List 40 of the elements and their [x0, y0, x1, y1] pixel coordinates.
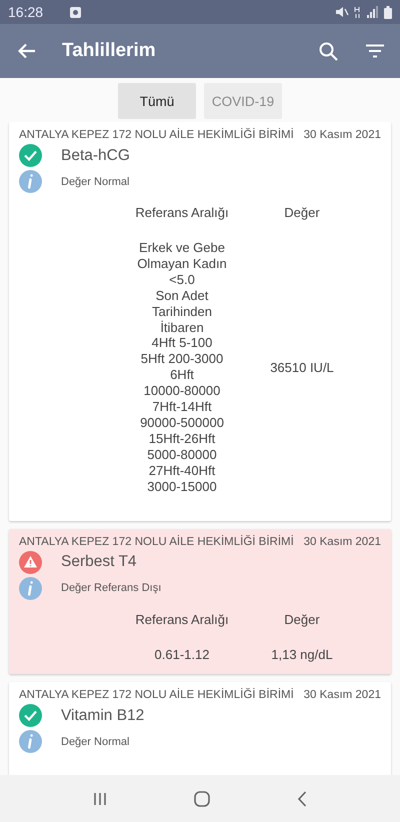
back-nav-icon[interactable]	[296, 790, 307, 806]
status-time: 16:28	[8, 4, 44, 20]
check-icon	[19, 704, 42, 728]
result-value: 36510 IU/L	[269, 360, 335, 375]
warning-icon	[19, 550, 42, 574]
result-value: 1,13 ng/dL	[270, 646, 334, 662]
network-icon	[354, 6, 362, 18]
status-note: Değer Referans Dışı	[61, 582, 162, 594]
value-header: Değer	[283, 205, 321, 220]
reference-range: Erkek ve Gebe Olmayan Kadın <5.0 Son Adet Tarihinden İtibaren 4Hft 5-100 5Hft 200-3000 6Hft 10000-80000 7Hft-14Hft 90000-500000 15Hft-26Hft 5000-80000 27Hft-40Hft 3000-15000	[136, 240, 228, 494]
signal-icon	[367, 6, 379, 18]
test-name: Serbest T4	[61, 553, 137, 571]
institution-name: ANTALYA KEPEZ 172 NOLU AİLE HEKİMLİĞİ BİRİMİ	[19, 689, 294, 702]
result-date: 30 Kasım 2021	[304, 129, 381, 141]
result-card[interactable]	[9, 122, 391, 520]
result-date: 30 Kasım 2021	[304, 536, 381, 548]
home-icon[interactable]	[194, 790, 210, 806]
result-date: 30 Kasım 2021	[304, 689, 381, 702]
check-icon	[19, 144, 42, 167]
test-name: Vitamin B12	[61, 706, 144, 725]
search-icon[interactable]	[319, 42, 338, 60]
back-icon[interactable]	[18, 43, 36, 59]
test-name: Beta-hCG	[61, 146, 130, 164]
status-note: Değer Normal	[61, 736, 130, 748]
reference-header: Referans Aralığı	[134, 612, 230, 626]
battery-icon	[384, 6, 392, 18]
result-card[interactable]: ANTALYA KEPEZ 172 NOLU AİLE HEKİMLİĞİ BİRİMİ 30 Kasım 2021 Vitamin B12 Değer Normal	[9, 682, 391, 775]
status-note: Değer Normal	[61, 176, 130, 188]
value-header: Değer	[283, 612, 321, 626]
filter-tab[interactable]: Tümü	[118, 83, 196, 119]
institution-name: ANTALYA KEPEZ 172 NOLU AİLE HEKİMLİĞİ BİRİMİ	[19, 129, 294, 141]
institution-name: ANTALYA KEPEZ 172 NOLU AİLE HEKİMLİĞİ BİRİMİ	[19, 536, 294, 548]
notification-icon	[70, 6, 82, 18]
reference-range: 0.61-1.12	[154, 646, 210, 662]
screen-title: Tahlillerim	[62, 40, 156, 62]
reference-header: Referans Aralığı	[134, 205, 230, 220]
filter-icon[interactable]	[366, 44, 384, 58]
result-card[interactable]: ANTALYA KEPEZ 172 NOLU AİLE HEKİMLİĞİ BİRİMİ 30 Kasım 2021 Serbest T4 Değer Referans Dışı Referans Aralığı Değer 0.61-1.12 1,13 ng/dL	[9, 528, 391, 674]
mute-icon	[335, 6, 349, 18]
recent-apps-icon[interactable]	[93, 792, 108, 806]
